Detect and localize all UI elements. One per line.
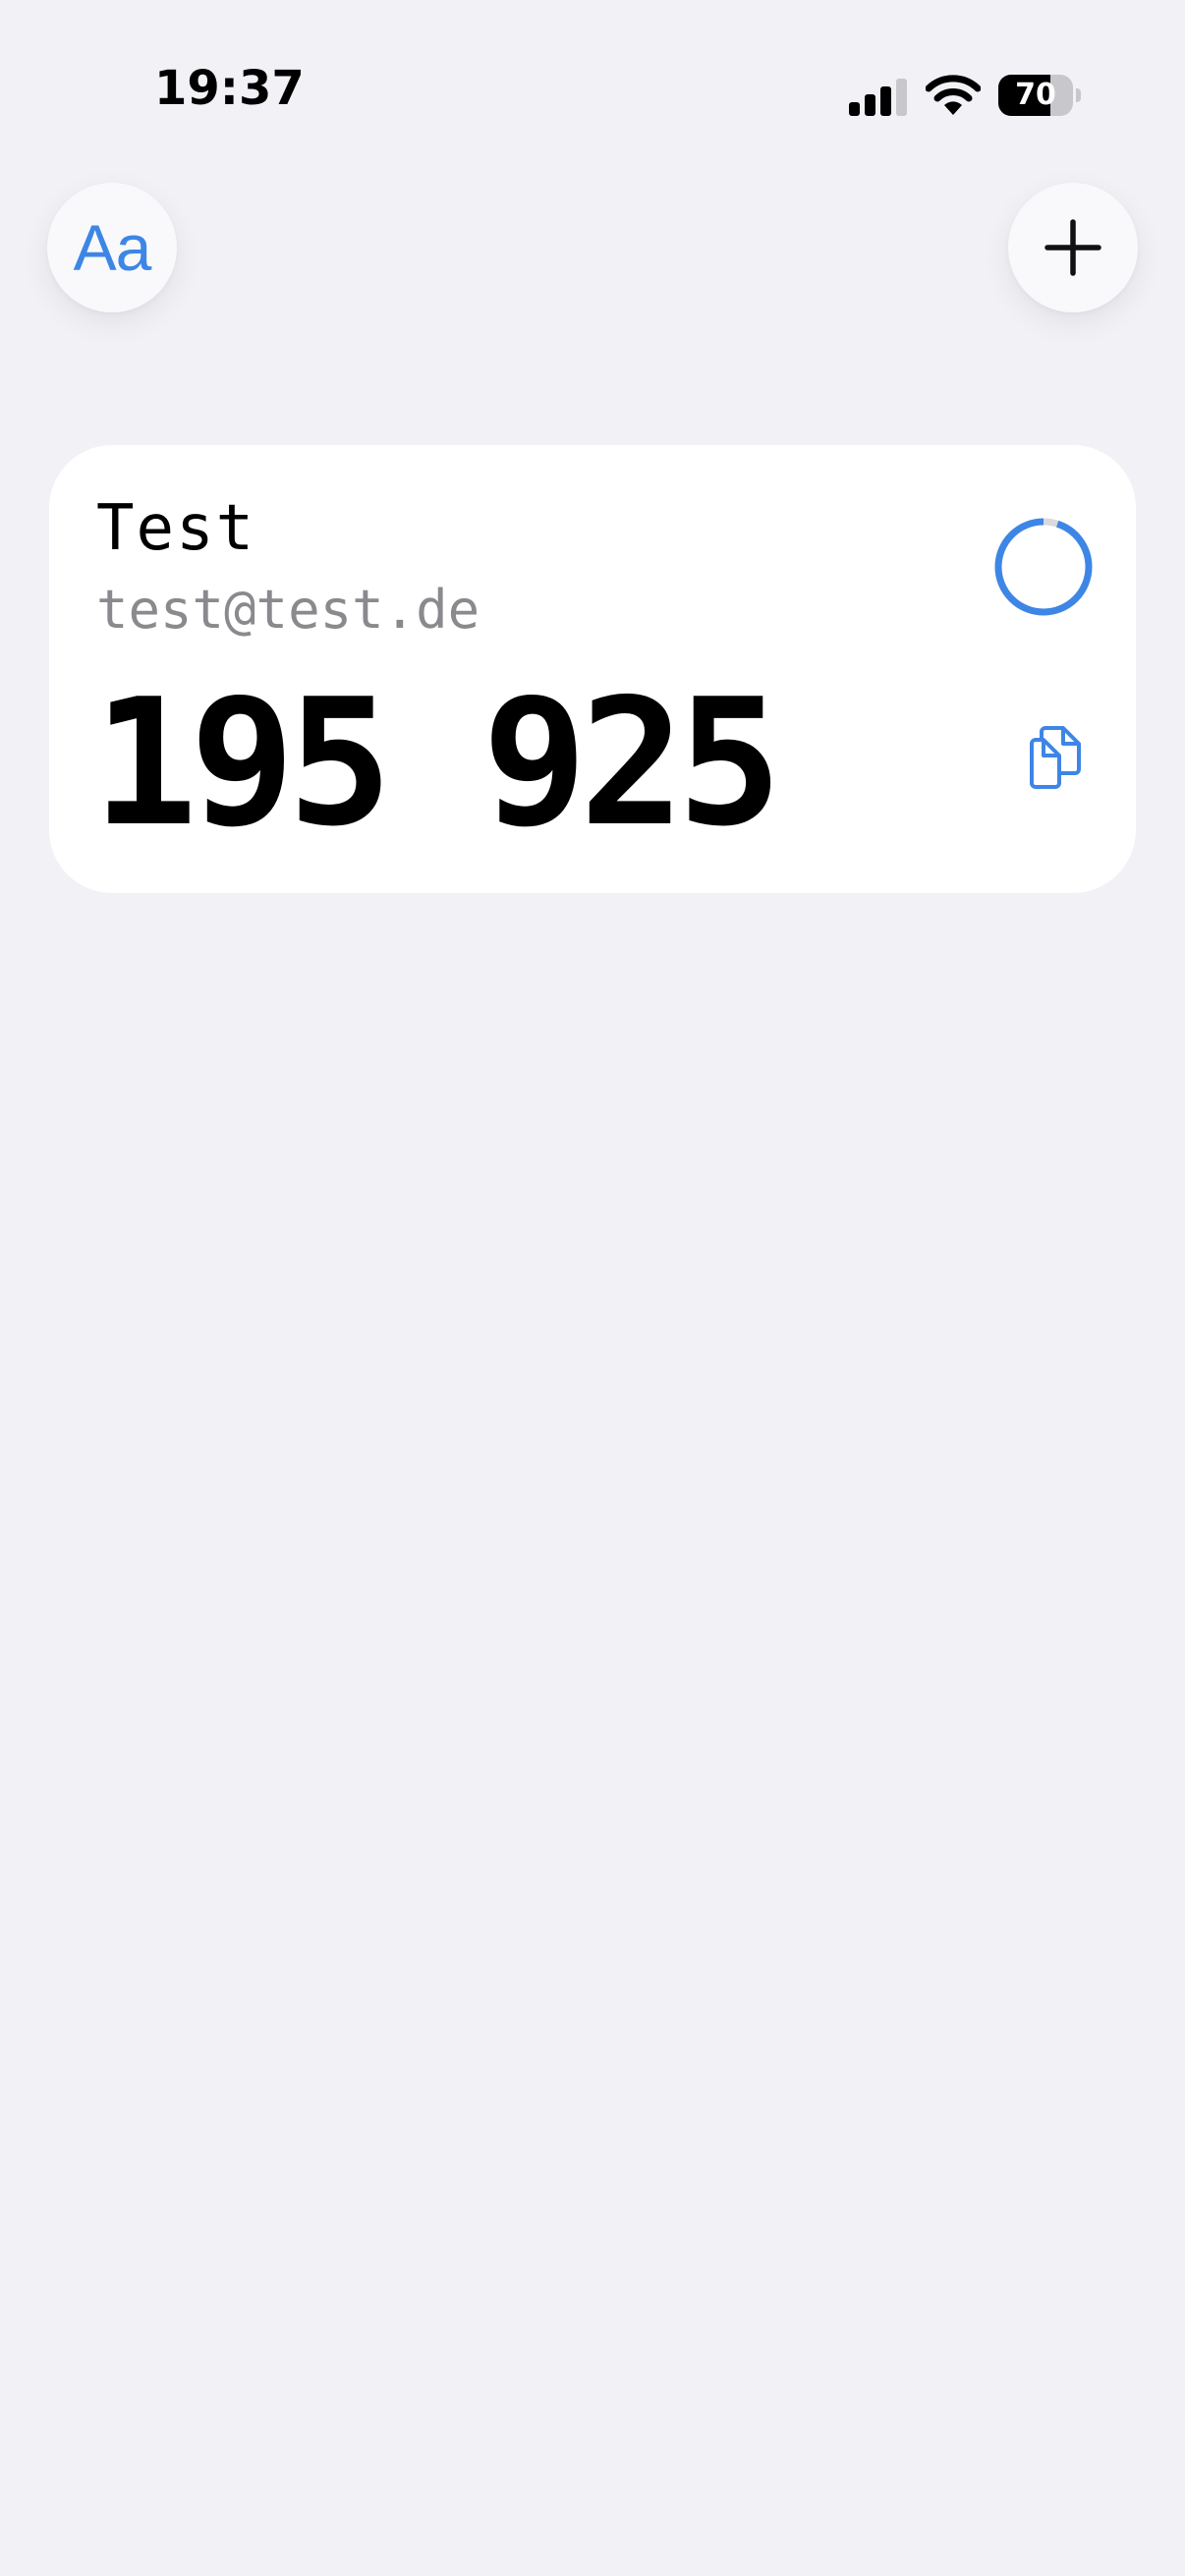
battery-indicator: 70 [998, 75, 1081, 116]
wifi-icon [926, 75, 981, 115]
otp-code[interactable]: 195 925 [92, 665, 782, 862]
add-account-button[interactable] [1008, 183, 1138, 312]
copy-icon[interactable] [1026, 722, 1087, 791]
battery-level: 70 [1015, 78, 1056, 112]
countdown-timer-icon [994, 518, 1093, 616]
font-size-label: Aa [73, 211, 152, 284]
font-size-button[interactable]: Aa [47, 183, 177, 312]
signal-bars-icon [849, 79, 907, 116]
plus-icon [1044, 219, 1101, 276]
status-time: 19:37 [154, 61, 305, 116]
account-email: test@test.de [96, 579, 480, 641]
account-card[interactable]: Test test@test.de 195 925 [49, 445, 1136, 893]
account-name: Test [96, 492, 256, 565]
